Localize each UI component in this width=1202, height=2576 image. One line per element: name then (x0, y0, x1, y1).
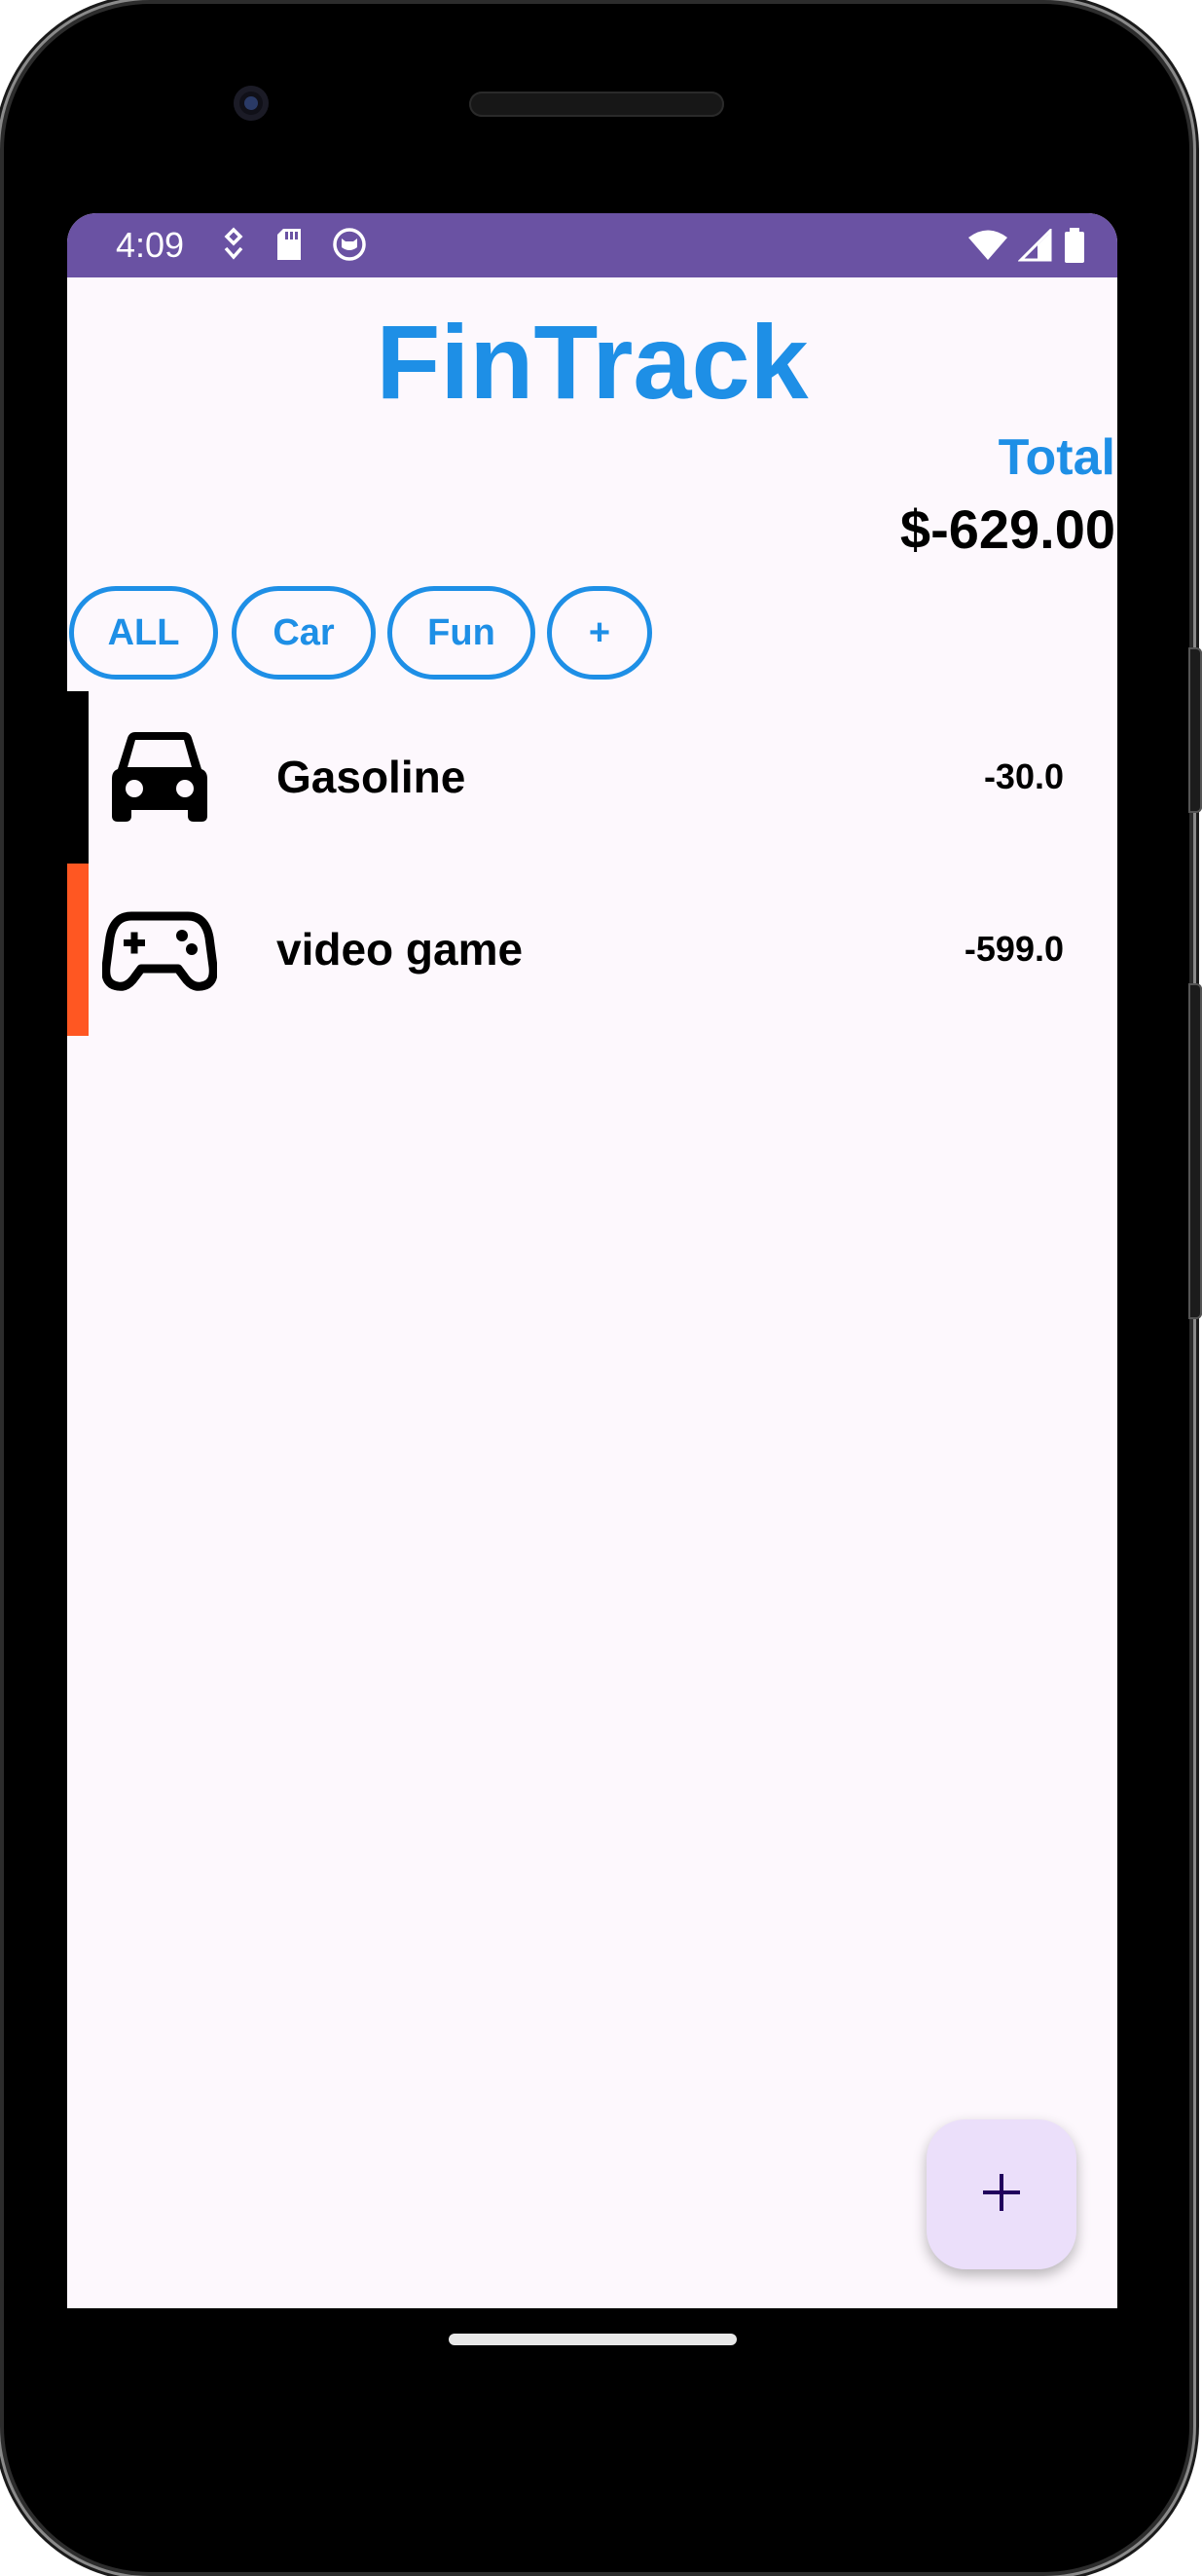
expense-name: video game (276, 924, 524, 975)
expense-amount: -30.0 (983, 756, 1064, 796)
add-category-chip[interactable]: + (547, 586, 652, 680)
expense-row[interactable]: video game -599.0 (67, 864, 1117, 1036)
total-label: Total (998, 429, 1115, 486)
battery-icon (1063, 227, 1086, 264)
chip-all[interactable]: ALL (69, 586, 218, 680)
app-screen: 4:09 FinTrack Total $-629.00 ALL Car Fun… (67, 213, 1117, 2308)
chip-fun[interactable]: Fun (387, 586, 535, 680)
plus-icon (981, 2172, 1022, 2218)
category-color-stripe (67, 864, 89, 1036)
cell-signal-icon (1018, 229, 1053, 262)
status-notification-icons (221, 227, 367, 262)
location-pin-icon (221, 227, 246, 262)
wifi-icon (967, 229, 1008, 262)
expense-name: Gasoline (276, 752, 466, 802)
volume-button[interactable] (1188, 983, 1202, 1319)
power-button[interactable] (1188, 647, 1202, 813)
gamepad-icon (101, 899, 218, 1000)
car-icon (102, 726, 217, 828)
category-color-stripe (67, 691, 89, 864)
earpiece-speaker (469, 92, 724, 117)
app-title: FinTrack (376, 303, 809, 421)
cat-face-icon (332, 227, 367, 262)
chip-car[interactable]: Car (232, 586, 376, 680)
expense-amount: -599.0 (964, 929, 1064, 969)
home-gesture-handle[interactable] (449, 2334, 737, 2345)
total-value: $-629.00 (899, 498, 1115, 560)
front-camera (234, 86, 269, 121)
sd-card-icon (275, 227, 303, 262)
expense-row[interactable]: Gasoline -30.0 (67, 691, 1117, 864)
add-expense-button[interactable] (927, 2119, 1076, 2269)
status-time: 4:09 (116, 225, 185, 265)
status-bar: 4:09 (67, 213, 1117, 277)
status-system-icons (967, 227, 1086, 264)
phone-frame: 4:09 FinTrack Total $-629.00 ALL Car Fun… (0, 0, 1202, 2576)
